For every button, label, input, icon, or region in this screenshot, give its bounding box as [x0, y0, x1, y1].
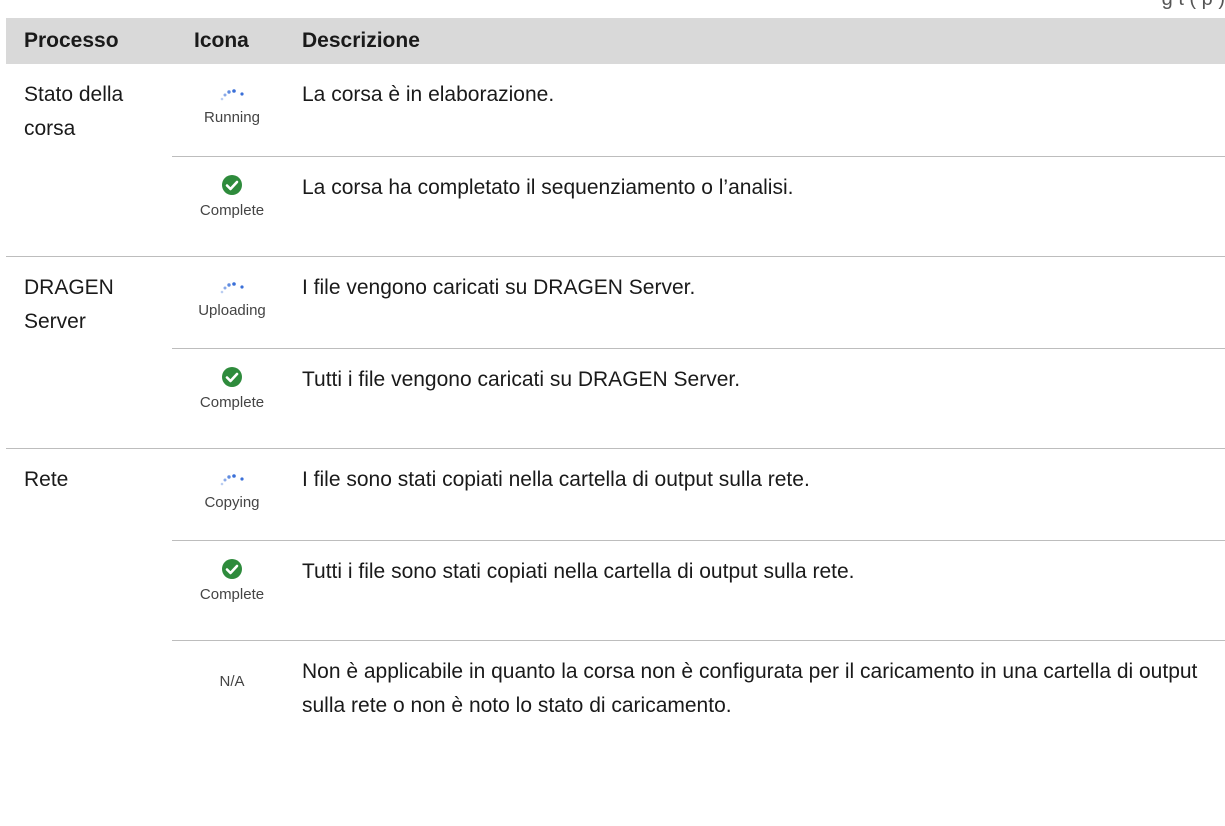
description-cell: I file vengono caricati su DRAGEN Server… — [292, 255, 1225, 348]
status-label: Complete — [199, 585, 265, 603]
table-row: Stato della corsa Running La corsa è in … — [6, 64, 1225, 156]
table-row: Rete Copying I file sono stati copiati n… — [6, 447, 1225, 740]
description-cell: La corsa è in elaborazione. — [302, 83, 555, 106]
spinner-icon — [220, 473, 244, 485]
description-cell: Tutti i file vengono caricati su DRAGEN … — [292, 347, 1225, 448]
icon-cell: Copying — [172, 447, 292, 540]
table-row: Complete Tutti i file vengono caricati s… — [6, 347, 1225, 448]
column-header-icon: Icona — [194, 29, 249, 52]
check-circle-icon — [221, 366, 242, 387]
icon-cell: Complete — [172, 155, 292, 256]
check-circle-icon — [221, 174, 242, 195]
status-label: Running — [204, 109, 260, 126]
icon-cell: N/A — [172, 639, 292, 740]
spinner-icon — [220, 281, 244, 293]
icon-cell: Complete — [172, 347, 292, 448]
status-label: Copying — [204, 493, 260, 511]
description-cell: Non è applicabile in quanto la corsa non… — [292, 639, 1225, 740]
table-row: DRAGEN Server Uploading I file vengono c… — [6, 255, 1225, 448]
process-cell: Rete — [6, 447, 172, 740]
spinner-icon — [220, 89, 244, 101]
description-cell: Tutti i file sono stati copiati nella ca… — [292, 539, 1225, 640]
process-cell: Stato della corsa — [24, 83, 124, 140]
status-table: Processo Icona Descrizione Stato della c… — [6, 18, 1225, 740]
description-cell: La corsa ha completato il sequenziamento… — [292, 155, 1225, 256]
status-label: Complete — [199, 201, 265, 219]
na-status-label: N/A — [219, 672, 245, 690]
table-row: Complete La corsa ha completato il seque… — [6, 155, 1225, 256]
icon-cell: Running — [172, 64, 292, 156]
column-header-process: Processo — [24, 29, 119, 52]
icon-cell: Uploading — [172, 255, 292, 348]
icon-cell: Complete — [172, 539, 292, 640]
check-circle-icon — [221, 558, 242, 579]
description-cell: I file sono stati copiati nella cartella… — [292, 447, 1225, 540]
table-row: N/A Non è applicabile in quanto la corsa… — [6, 639, 1225, 740]
table-row: Complete Tutti i file sono stati copiati… — [6, 539, 1225, 640]
cropped-header-text: g t ( p ) — [0, 0, 1225, 11]
status-label: Complete — [199, 393, 265, 411]
table-header-row: Processo Icona Descrizione — [6, 18, 1225, 64]
column-header-description: Descrizione — [302, 29, 420, 52]
process-cell: DRAGEN Server — [6, 255, 172, 448]
status-label: Uploading — [198, 301, 266, 319]
